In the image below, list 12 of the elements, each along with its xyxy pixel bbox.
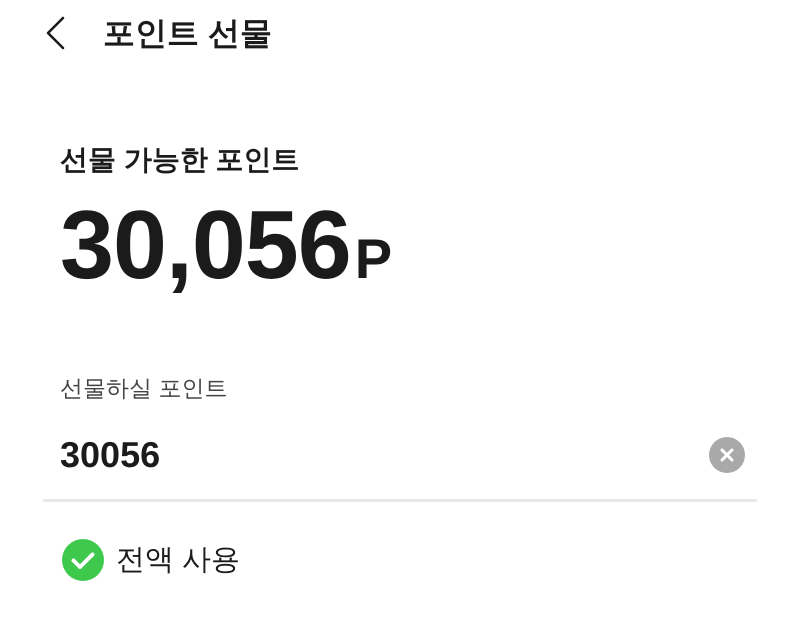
points-unit: P bbox=[354, 231, 392, 287]
gift-points-input[interactable]: 30056 bbox=[60, 433, 460, 477]
use-full-amount-label[interactable]: 전액 사용 bbox=[116, 541, 240, 579]
clear-button[interactable] bbox=[709, 437, 745, 473]
page-title: 포인트 선물 bbox=[103, 14, 272, 52]
checkbox-icon[interactable] bbox=[62, 539, 104, 581]
back-chevron-icon bbox=[44, 16, 66, 50]
back-button[interactable] bbox=[44, 16, 66, 50]
gift-points-label: 선물하실 포인트 bbox=[60, 374, 228, 403]
points-amount: 30,056 bbox=[60, 196, 351, 293]
close-icon bbox=[720, 448, 734, 462]
available-points-label: 선물 가능한 포인트 bbox=[60, 143, 301, 177]
